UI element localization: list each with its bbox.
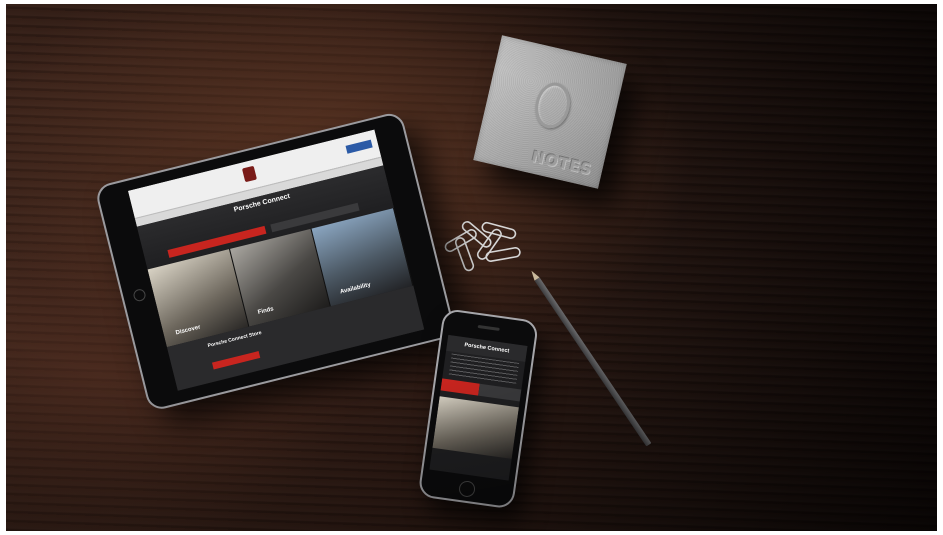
phone-see-button <box>478 383 522 402</box>
tablet-home-button <box>132 287 147 303</box>
tablet-apps-button <box>212 351 261 370</box>
porsche-logo-icon <box>241 165 257 183</box>
pencil <box>528 269 652 447</box>
tablet-screen: Porsche Connect Discover Finds Availabil… <box>127 129 425 391</box>
phone-speaker <box>477 324 500 331</box>
notes-cube: NOTES <box>473 35 627 189</box>
tablet-login-button <box>345 139 373 154</box>
phone-tile-image <box>432 396 519 459</box>
notes-label: NOTES <box>530 147 595 179</box>
phone-screen: Porsche Connect <box>429 334 528 481</box>
product-photo: NOTES Porsche Connect Discover Finds Ava… <box>6 4 937 531</box>
tablet-device: Porsche Connect Discover Finds Availabil… <box>94 110 457 413</box>
paper-clips <box>444 221 521 272</box>
phone-home-button <box>458 479 477 499</box>
porsche-emblem-emboss <box>530 79 575 132</box>
pencil-tip <box>528 269 540 281</box>
phone-explore-button <box>440 378 480 396</box>
